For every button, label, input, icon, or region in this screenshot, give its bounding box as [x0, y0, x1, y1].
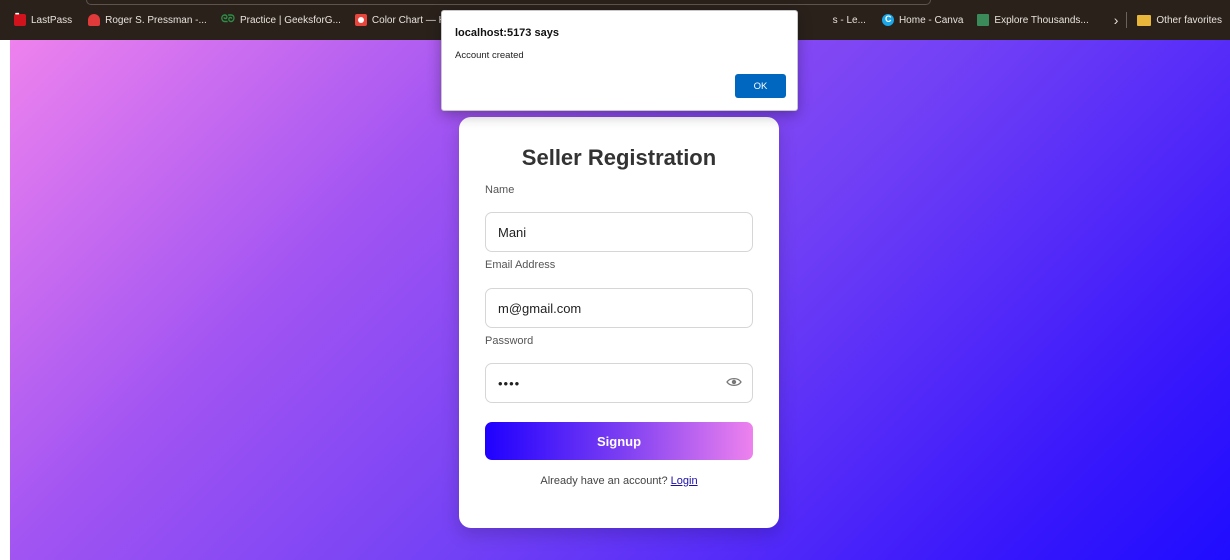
bookmark-pressman[interactable]: Roger S. Pressman -...	[88, 14, 207, 26]
divider	[1126, 12, 1128, 28]
login-prompt: Already have an account?	[540, 475, 668, 487]
bookmark-lastpass[interactable]: LastPass	[14, 12, 73, 26]
password-label: Password	[485, 335, 534, 347]
name-input[interactable]	[498, 224, 740, 240]
alert-dialog: localhost:5173 says Account created OK	[441, 10, 798, 111]
other-favorites-label: Other favorites	[1156, 14, 1222, 26]
email-label: Email Address	[485, 259, 556, 271]
bookmark-label: Explore Thousands...	[994, 14, 1089, 26]
bookmark-explore[interactable]: Explore Thousands...	[977, 14, 1089, 26]
name-label: Name	[485, 184, 515, 196]
bookmark-label: Roger S. Pressman -...	[105, 14, 207, 26]
alert-title: localhost:5173 says	[455, 27, 559, 39]
login-prompt-line: Already have an account? Login	[459, 475, 779, 487]
bookmark-label: Home - Canva	[898, 14, 964, 26]
password-input[interactable]: ••••	[498, 376, 740, 391]
bookmark-label: Practice | GeeksforG...	[239, 14, 341, 26]
alert-message: Account created	[455, 50, 524, 61]
bookmark-partial[interactable]: s - Le...	[833, 15, 866, 26]
email-field[interactable]	[485, 288, 753, 328]
email-input[interactable]	[498, 300, 740, 316]
folder-icon	[1137, 14, 1152, 26]
color-chart-icon	[354, 14, 367, 26]
page-title: Seller Registration	[521, 145, 717, 170]
chevron-right-icon[interactable]: ›	[1114, 12, 1119, 28]
bookmark-canva[interactable]: Home - Canva	[881, 14, 964, 26]
canva-icon	[881, 14, 894, 26]
bookmark-label: s - Le...	[832, 14, 866, 26]
explore-icon	[977, 14, 990, 26]
book-icon	[88, 14, 101, 26]
password-field[interactable]: ••••	[485, 363, 753, 403]
other-favorites-folder[interactable]: Other favorites	[1137, 14, 1222, 26]
name-field[interactable]	[485, 212, 753, 252]
registration-card: Seller Registration Name Email Address P…	[459, 117, 779, 528]
bookmark-geeksforgeeks[interactable]: ᘓᘐ Practice | GeeksforG...	[221, 14, 341, 26]
geeksforgeeks-icon: ᘓᘐ	[220, 14, 235, 25]
login-link[interactable]: Login	[671, 475, 698, 487]
eye-icon[interactable]	[726, 376, 742, 388]
ok-button[interactable]: OK	[735, 74, 786, 98]
lastpass-icon	[14, 12, 26, 26]
address-bar-edge	[86, 0, 931, 5]
signup-button[interactable]: Signup	[485, 422, 753, 460]
bookmark-label: LastPass	[31, 14, 73, 26]
